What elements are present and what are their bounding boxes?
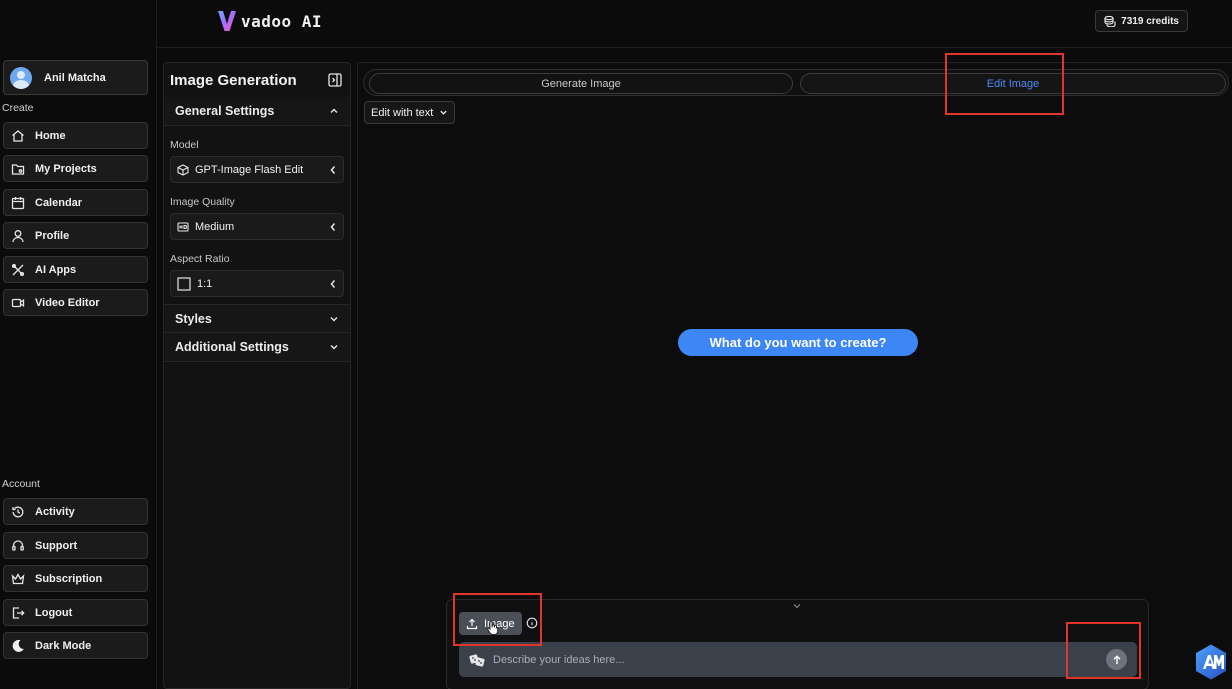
- aspect-ratio-value: 1:1: [197, 277, 213, 290]
- chevron-left-icon: [330, 165, 336, 174]
- sidebar-item-label: Subscription: [35, 572, 103, 585]
- aspect-ratio-select[interactable]: 1:1: [170, 270, 344, 297]
- styles-label: Styles: [175, 311, 212, 326]
- styles-header[interactable]: Styles: [164, 304, 350, 333]
- dice-icon: [469, 653, 485, 667]
- sidebar-item-label: Profile: [35, 229, 70, 242]
- user-icon: [10, 228, 25, 243]
- sidebar-item-home[interactable]: Home: [3, 122, 148, 149]
- logo-v-icon: [218, 11, 236, 31]
- credits-badge[interactable]: 7319 credits: [1095, 10, 1188, 32]
- edit-mode-value: Edit with text: [371, 106, 434, 119]
- mode-tabs: Generate Image Edit Image: [363, 69, 1229, 96]
- sidebar-item-profile[interactable]: Profile: [3, 222, 148, 249]
- square-icon: [177, 276, 191, 291]
- model-select[interactable]: GPT-Image Flash Edit: [170, 156, 344, 183]
- account-section-label: Account: [2, 478, 40, 490]
- user-card[interactable]: Anil Matcha: [3, 60, 148, 95]
- home-icon: [10, 128, 25, 143]
- coins-icon: [1104, 15, 1116, 27]
- calendar-icon: [10, 195, 25, 210]
- sidebar: Anil Matcha Create Home My Projects Cale…: [0, 0, 157, 689]
- additional-settings-label: Additional Settings: [175, 340, 289, 354]
- chevron-down-icon: [440, 110, 448, 115]
- sidebar-item-calendar[interactable]: Calendar: [3, 189, 148, 216]
- general-settings-header[interactable]: General Settings: [164, 97, 350, 126]
- sidebar-item-support[interactable]: Support: [3, 532, 148, 559]
- prompt-field[interactable]: [459, 642, 1137, 677]
- sidebar-item-label: My Projects: [35, 162, 97, 175]
- crown-icon: [10, 571, 25, 586]
- chevron-up-icon: [330, 108, 338, 113]
- moon-icon: [10, 638, 25, 653]
- avatar: [10, 66, 32, 89]
- sidebar-item-logout[interactable]: Logout: [3, 599, 148, 626]
- quality-label: Image Quality: [170, 196, 235, 208]
- quality-select[interactable]: Medium: [170, 213, 344, 240]
- model-value: GPT-Image Flash Edit: [195, 163, 304, 176]
- top-bar: vadoo AI 7319 credits: [157, 0, 1232, 48]
- create-prompt-cta[interactable]: What do you want to create?: [678, 329, 918, 356]
- sidebar-item-ai-apps[interactable]: AI Apps: [3, 256, 148, 283]
- tools-icon: [10, 262, 25, 277]
- edit-mode-select[interactable]: Edit with text: [364, 101, 456, 124]
- sidebar-item-label: AI Apps: [35, 263, 77, 276]
- sidebar-item-label: Calendar: [35, 196, 83, 209]
- sidebar-item-activity[interactable]: Activity: [3, 498, 148, 525]
- highlight-image-button: [453, 593, 542, 646]
- logo-text: vadoo AI: [241, 11, 323, 31]
- app-logo[interactable]: vadoo AI: [217, 9, 322, 33]
- video-icon: [10, 295, 25, 310]
- create-section-label: Create: [2, 102, 34, 114]
- sidebar-item-my-projects[interactable]: My Projects: [3, 155, 148, 182]
- history-icon: [10, 504, 25, 519]
- settings-panel: Image Generation General Settings Model …: [163, 62, 351, 689]
- additional-settings-header[interactable]: Additional Settings: [164, 333, 350, 362]
- prompt-composer: Image: [446, 599, 1149, 689]
- chevron-down-icon[interactable]: [792, 602, 802, 610]
- sidebar-item-label: Home: [35, 129, 66, 142]
- credits-text: 7319 credits: [1121, 15, 1179, 27]
- logout-icon: [10, 605, 25, 620]
- sidebar-item-label: Dark Mode: [35, 639, 92, 652]
- aspect-ratio-label: Aspect Ratio: [170, 253, 230, 265]
- panel-collapse-icon[interactable]: [328, 73, 342, 87]
- headset-icon: [10, 538, 25, 553]
- sidebar-item-label: Video Editor: [35, 296, 100, 309]
- sidebar-item-label: Support: [35, 539, 78, 552]
- highlight-edit-image-tab: [945, 53, 1064, 115]
- user-name: Anil Matcha: [44, 71, 106, 84]
- prompt-input[interactable]: [493, 642, 1137, 677]
- model-label: Model: [170, 139, 199, 151]
- folder-icon: [10, 161, 25, 176]
- sidebar-item-video-editor[interactable]: Video Editor: [3, 289, 148, 316]
- chevron-down-icon: [330, 316, 338, 321]
- chevron-left-icon: [330, 279, 336, 288]
- highlight-send-button: [1066, 622, 1141, 679]
- sidebar-item-label: Logout: [35, 606, 73, 619]
- tab-generate-image[interactable]: Generate Image: [369, 73, 793, 94]
- sidebar-item-subscription[interactable]: Subscription: [3, 565, 148, 592]
- panel-title: Image Generation: [170, 72, 297, 89]
- quality-value: Medium: [195, 220, 235, 233]
- hd-icon: [177, 221, 189, 232]
- chevron-down-icon: [330, 345, 338, 350]
- chevron-left-icon: [330, 222, 336, 231]
- sidebar-item-label: Activity: [35, 505, 75, 518]
- sidebar-item-dark-mode[interactable]: Dark Mode: [3, 632, 148, 659]
- assistant-badge-icon[interactable]: [1192, 643, 1230, 681]
- cube-icon: [177, 163, 189, 176]
- general-settings-label: General Settings: [175, 104, 275, 118]
